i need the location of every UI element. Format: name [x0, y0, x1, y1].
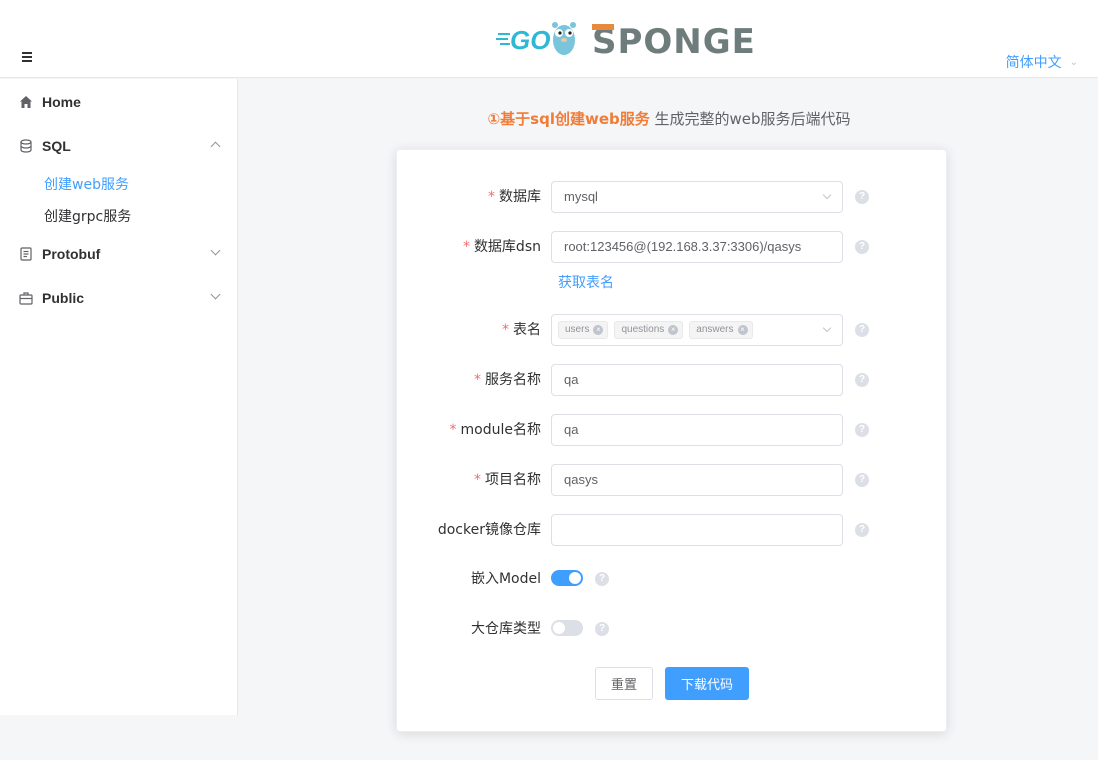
help-icon[interactable]: ? — [855, 373, 869, 387]
chevron-down-icon — [822, 190, 832, 200]
table-tag: questions × — [614, 321, 684, 339]
close-icon[interactable]: × — [668, 325, 679, 335]
form-row-database: * 数据库 mysql ? — [397, 181, 948, 213]
help-icon[interactable]: ? — [855, 523, 869, 537]
menu-toggle-icon[interactable] — [18, 52, 38, 72]
dsn-label: * 数据库dsn — [462, 239, 541, 255]
chevron-down-icon: ⌄ — [1069, 56, 1078, 68]
home-icon — [18, 94, 34, 110]
form-row-module-name: * module名称 qa ? — [397, 414, 948, 446]
project-name-label: * 项目名称 — [474, 472, 541, 488]
project-name-input[interactable]: qasys — [551, 464, 843, 496]
get-tables-link[interactable]: 获取表名 — [558, 272, 614, 292]
sponge-logo: GO SPONGE — [496, 22, 756, 62]
embed-model-toggle[interactable] — [551, 570, 583, 586]
sidebar-item-label: SQL — [42, 138, 71, 154]
help-icon[interactable]: ? — [855, 323, 869, 337]
form-card: * 数据库 mysql ? * 数据库dsn root:123456@(192.16… — [396, 149, 947, 732]
docker-repo-input[interactable] — [551, 514, 843, 546]
subtitle-text: 生成完整的web服务后端代码 — [649, 110, 851, 128]
reset-button[interactable]: 重置 — [595, 667, 653, 700]
sidebar-item-label: Public — [42, 290, 85, 306]
database-value: mysql — [564, 189, 598, 204]
help-icon[interactable]: ? — [595, 572, 609, 586]
service-name-label: * 服务名称 — [474, 372, 541, 388]
database-icon — [18, 138, 34, 154]
form-row-service-name: * 服务名称 qa ? — [397, 364, 948, 396]
service-name-input[interactable]: qa — [551, 364, 843, 396]
form-row-docker-repo: docker镜像仓库 ? — [397, 514, 948, 546]
docker-repo-label: docker镜像仓库 — [437, 522, 541, 538]
form-row-tables: * 表名 users × questions × answers × ? — [397, 314, 948, 346]
chevron-down-icon — [210, 289, 221, 300]
help-icon[interactable]: ? — [595, 622, 609, 636]
form-row-project-name: * 项目名称 qasys ? — [397, 464, 948, 496]
top-header: GO SPONGE 简体中文 ⌄ — [0, 0, 1098, 78]
briefcase-icon — [18, 290, 34, 306]
chevron-down-icon — [822, 323, 832, 333]
sidebar-item-protobuf[interactable]: Protobuf — [0, 232, 237, 276]
close-icon[interactable]: × — [737, 325, 748, 335]
tables-multiselect[interactable]: users × questions × answers × — [551, 314, 843, 346]
language-select[interactable]: 简体中文 ⌄ — [1006, 52, 1078, 72]
download-code-button[interactable]: 下载代码 — [665, 667, 749, 700]
help-icon[interactable]: ? — [855, 240, 869, 254]
help-icon[interactable]: ? — [855, 423, 869, 437]
svg-text:GO: GO — [510, 25, 550, 55]
sidebar-item-label: Protobuf — [42, 246, 101, 262]
database-label: * 数据库 — [488, 189, 541, 205]
subtitle-highlight: ①基于sql创建web服务 — [487, 110, 650, 128]
language-label: 简体中文 — [1005, 55, 1062, 71]
mono-repo-toggle[interactable] — [551, 620, 583, 636]
table-tag: users × — [558, 321, 609, 339]
module-name-input[interactable]: qa — [551, 414, 843, 446]
chevron-up-icon — [210, 141, 221, 152]
close-icon[interactable]: × — [593, 325, 604, 335]
form-row-embed-model: 嵌入Model ? — [397, 563, 948, 595]
sidebar-item-label: Home — [42, 94, 81, 110]
form-row-mono-repo: 大仓库类型 ? — [397, 613, 948, 645]
database-select[interactable]: mysql — [551, 181, 843, 213]
table-tag: answers × — [689, 321, 753, 339]
sidebar: Home SQL 创建web服务 创建grpc服务 Protobuf Publi… — [0, 79, 238, 715]
page-subtitle: ①基于sql创建web服务 生成完整的web服务后端代码 — [240, 108, 1098, 129]
sidebar-subitem-create-grpc[interactable]: 创建grpc服务 — [0, 200, 237, 232]
svg-text:SPONGE: SPONGE — [592, 22, 756, 62]
tables-tag-list: users × questions × answers × — [558, 321, 753, 339]
help-icon[interactable]: ? — [855, 190, 869, 204]
embed-model-label: 嵌入Model — [470, 571, 541, 587]
help-icon[interactable]: ? — [855, 473, 869, 487]
sidebar-item-public[interactable]: Public — [0, 276, 237, 320]
tables-label: * 表名 — [502, 322, 541, 338]
form-row-dsn: * 数据库dsn root:123456@(192.168.3.37:3306)/… — [397, 231, 948, 263]
module-name-label: * module名称 — [449, 422, 541, 438]
sidebar-item-sql[interactable]: SQL — [0, 124, 237, 168]
sidebar-subitem-create-web[interactable]: 创建web服务 — [0, 168, 237, 200]
mono-repo-label: 大仓库类型 — [471, 621, 541, 637]
document-icon — [18, 246, 34, 262]
dsn-input[interactable]: root:123456@(192.168.3.37:3306)/qasys — [551, 231, 843, 263]
chevron-down-icon — [210, 245, 221, 256]
sidebar-item-home[interactable]: Home — [0, 80, 237, 124]
